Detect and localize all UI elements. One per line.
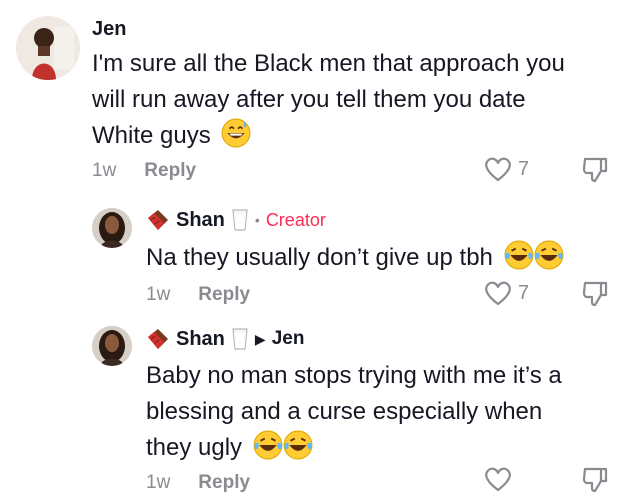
comment-age: 1w	[92, 160, 117, 181]
comment-author[interactable]: Jen	[92, 18, 126, 41]
separator-dot: •	[254, 212, 260, 228]
reply-meta: 1w Reply	[146, 284, 250, 306]
reply-text-line: blessing and a curse especially when	[146, 398, 543, 425]
chocolate-bar-icon	[148, 329, 168, 349]
reply-button[interactable]: Reply	[144, 160, 196, 182]
dislike-button[interactable]	[582, 156, 608, 189]
dislike-button[interactable]	[582, 466, 608, 499]
comment-text-line: I'm sure all the Black men that approach…	[92, 50, 565, 77]
avatar-jen[interactable]	[16, 16, 80, 80]
reply-text-line-end: they ugly	[146, 434, 243, 461]
like-count: 7	[518, 157, 530, 180]
thumbs-down-icon	[582, 281, 608, 307]
comment-text-line: White guys	[92, 118, 612, 154]
comment-text-line-end: White guys	[92, 122, 211, 149]
dislike-button[interactable]	[582, 280, 608, 313]
tears-of-joy-emoji	[253, 430, 283, 460]
creator-tag: Creator	[265, 209, 326, 230]
reply-age: 1w	[146, 472, 171, 493]
chocolate-bar-icon	[148, 210, 168, 230]
heart-outline-icon	[485, 281, 511, 306]
reply-text: Na they usually don’t give up tbh	[146, 240, 564, 276]
reply-author[interactable]: Shan	[176, 209, 225, 232]
tears-of-joy-emoji	[534, 240, 564, 270]
reply-to-user[interactable]: Jen	[272, 328, 305, 350]
like-button[interactable]	[484, 466, 512, 492]
reply-button[interactable]: Reply	[198, 472, 250, 494]
thumbs-down-icon	[582, 157, 608, 183]
reply-author-row: Shan ▶ Jen	[146, 327, 304, 351]
milk-glass-icon	[232, 328, 248, 350]
heart-outline-icon	[485, 467, 511, 492]
grinning-sweat-emoji	[221, 118, 251, 148]
reply-text: Baby no man stops trying with me it’s a …	[146, 358, 616, 466]
reply-to-arrow-icon: ▶	[254, 330, 266, 347]
reply-text-line: Baby no man stops trying with me it’s a	[146, 362, 562, 389]
reply-text-line: they ugly	[146, 430, 616, 466]
avatar-shan[interactable]	[92, 326, 132, 366]
like-button[interactable]: 7	[484, 280, 529, 306]
reply-author-row: Shan • Creator	[146, 208, 326, 232]
reply-text-content: Na they usually don’t give up tbh	[146, 244, 493, 271]
comment-text: I'm sure all the Black men that approach…	[92, 46, 612, 154]
reply-author[interactable]: Shan	[176, 328, 225, 351]
like-button[interactable]: 7	[484, 156, 529, 182]
heart-outline-icon	[485, 157, 511, 182]
thumbs-down-icon	[582, 467, 608, 493]
milk-glass-icon	[232, 209, 248, 231]
tears-of-joy-emoji	[283, 430, 313, 460]
reply-button[interactable]: Reply	[198, 284, 250, 306]
reply-age: 1w	[146, 284, 171, 305]
reply-meta: 1w Reply	[146, 472, 250, 494]
comment-meta: 1w Reply	[92, 160, 196, 182]
comment-text-line: will run away after you tell them you da…	[92, 86, 526, 113]
like-count: 7	[518, 281, 530, 304]
tears-of-joy-emoji	[504, 240, 534, 270]
avatar-shan[interactable]	[92, 208, 132, 248]
